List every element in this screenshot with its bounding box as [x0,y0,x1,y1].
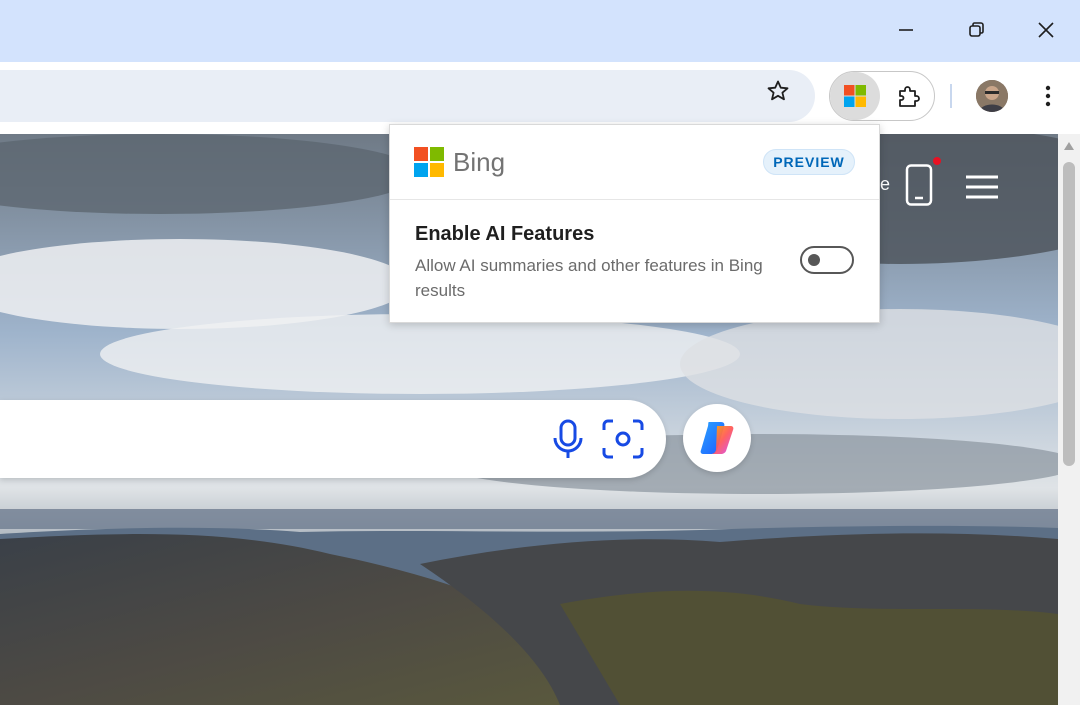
feature-title: Enable AI Features [415,223,595,245]
enable-ai-toggle[interactable] [800,246,854,274]
address-bar[interactable] [0,70,815,122]
brand-name: Bing [453,147,506,177]
profile-avatar[interactable] [976,80,1008,112]
bing-extension-popup: Bing PREVIEW Enable AI Features Allow AI… [389,124,880,323]
extensions-button[interactable] [888,76,930,116]
star-icon [767,80,789,101]
bing-extension-icon [844,85,866,107]
search-box[interactable] [0,400,666,478]
phone-icon[interactable] [905,164,933,206]
hamburger-menu-icon[interactable] [965,174,999,200]
puzzle-icon [899,86,920,107]
bookmark-button[interactable] [762,75,794,107]
close-button[interactable] [1026,10,1066,50]
microphone-icon[interactable] [551,418,585,460]
restore-icon [969,22,984,37]
visual-search-icon[interactable] [601,418,645,460]
popup-header: Bing PREVIEW [390,125,879,200]
scroll-up-arrow-icon[interactable] [1064,142,1074,150]
feature-description: Allow AI summaries and other features in… [415,256,763,300]
toolbar-separator [950,84,952,108]
avatar-image [976,80,1008,112]
copilot-icon [700,422,734,454]
bing-extension-button[interactable] [830,72,880,120]
preview-badge: PREVIEW [763,149,855,175]
scroll-thumb[interactable] [1063,162,1075,466]
close-icon [1038,22,1054,38]
minimize-button[interactable] [886,10,926,50]
microsoft-logo-icon [414,147,444,177]
window-titlebar [0,0,1080,62]
browser-menu-button[interactable] [1036,80,1060,112]
page-scrollbar[interactable] [1058,134,1080,705]
toggle-knob [808,254,820,266]
header-partial-text: e [880,174,891,194]
restore-button[interactable] [956,10,996,50]
copilot-button[interactable] [683,404,751,472]
kebab-icon [1045,85,1051,107]
notification-dot [933,157,941,165]
minimize-icon [899,29,913,31]
